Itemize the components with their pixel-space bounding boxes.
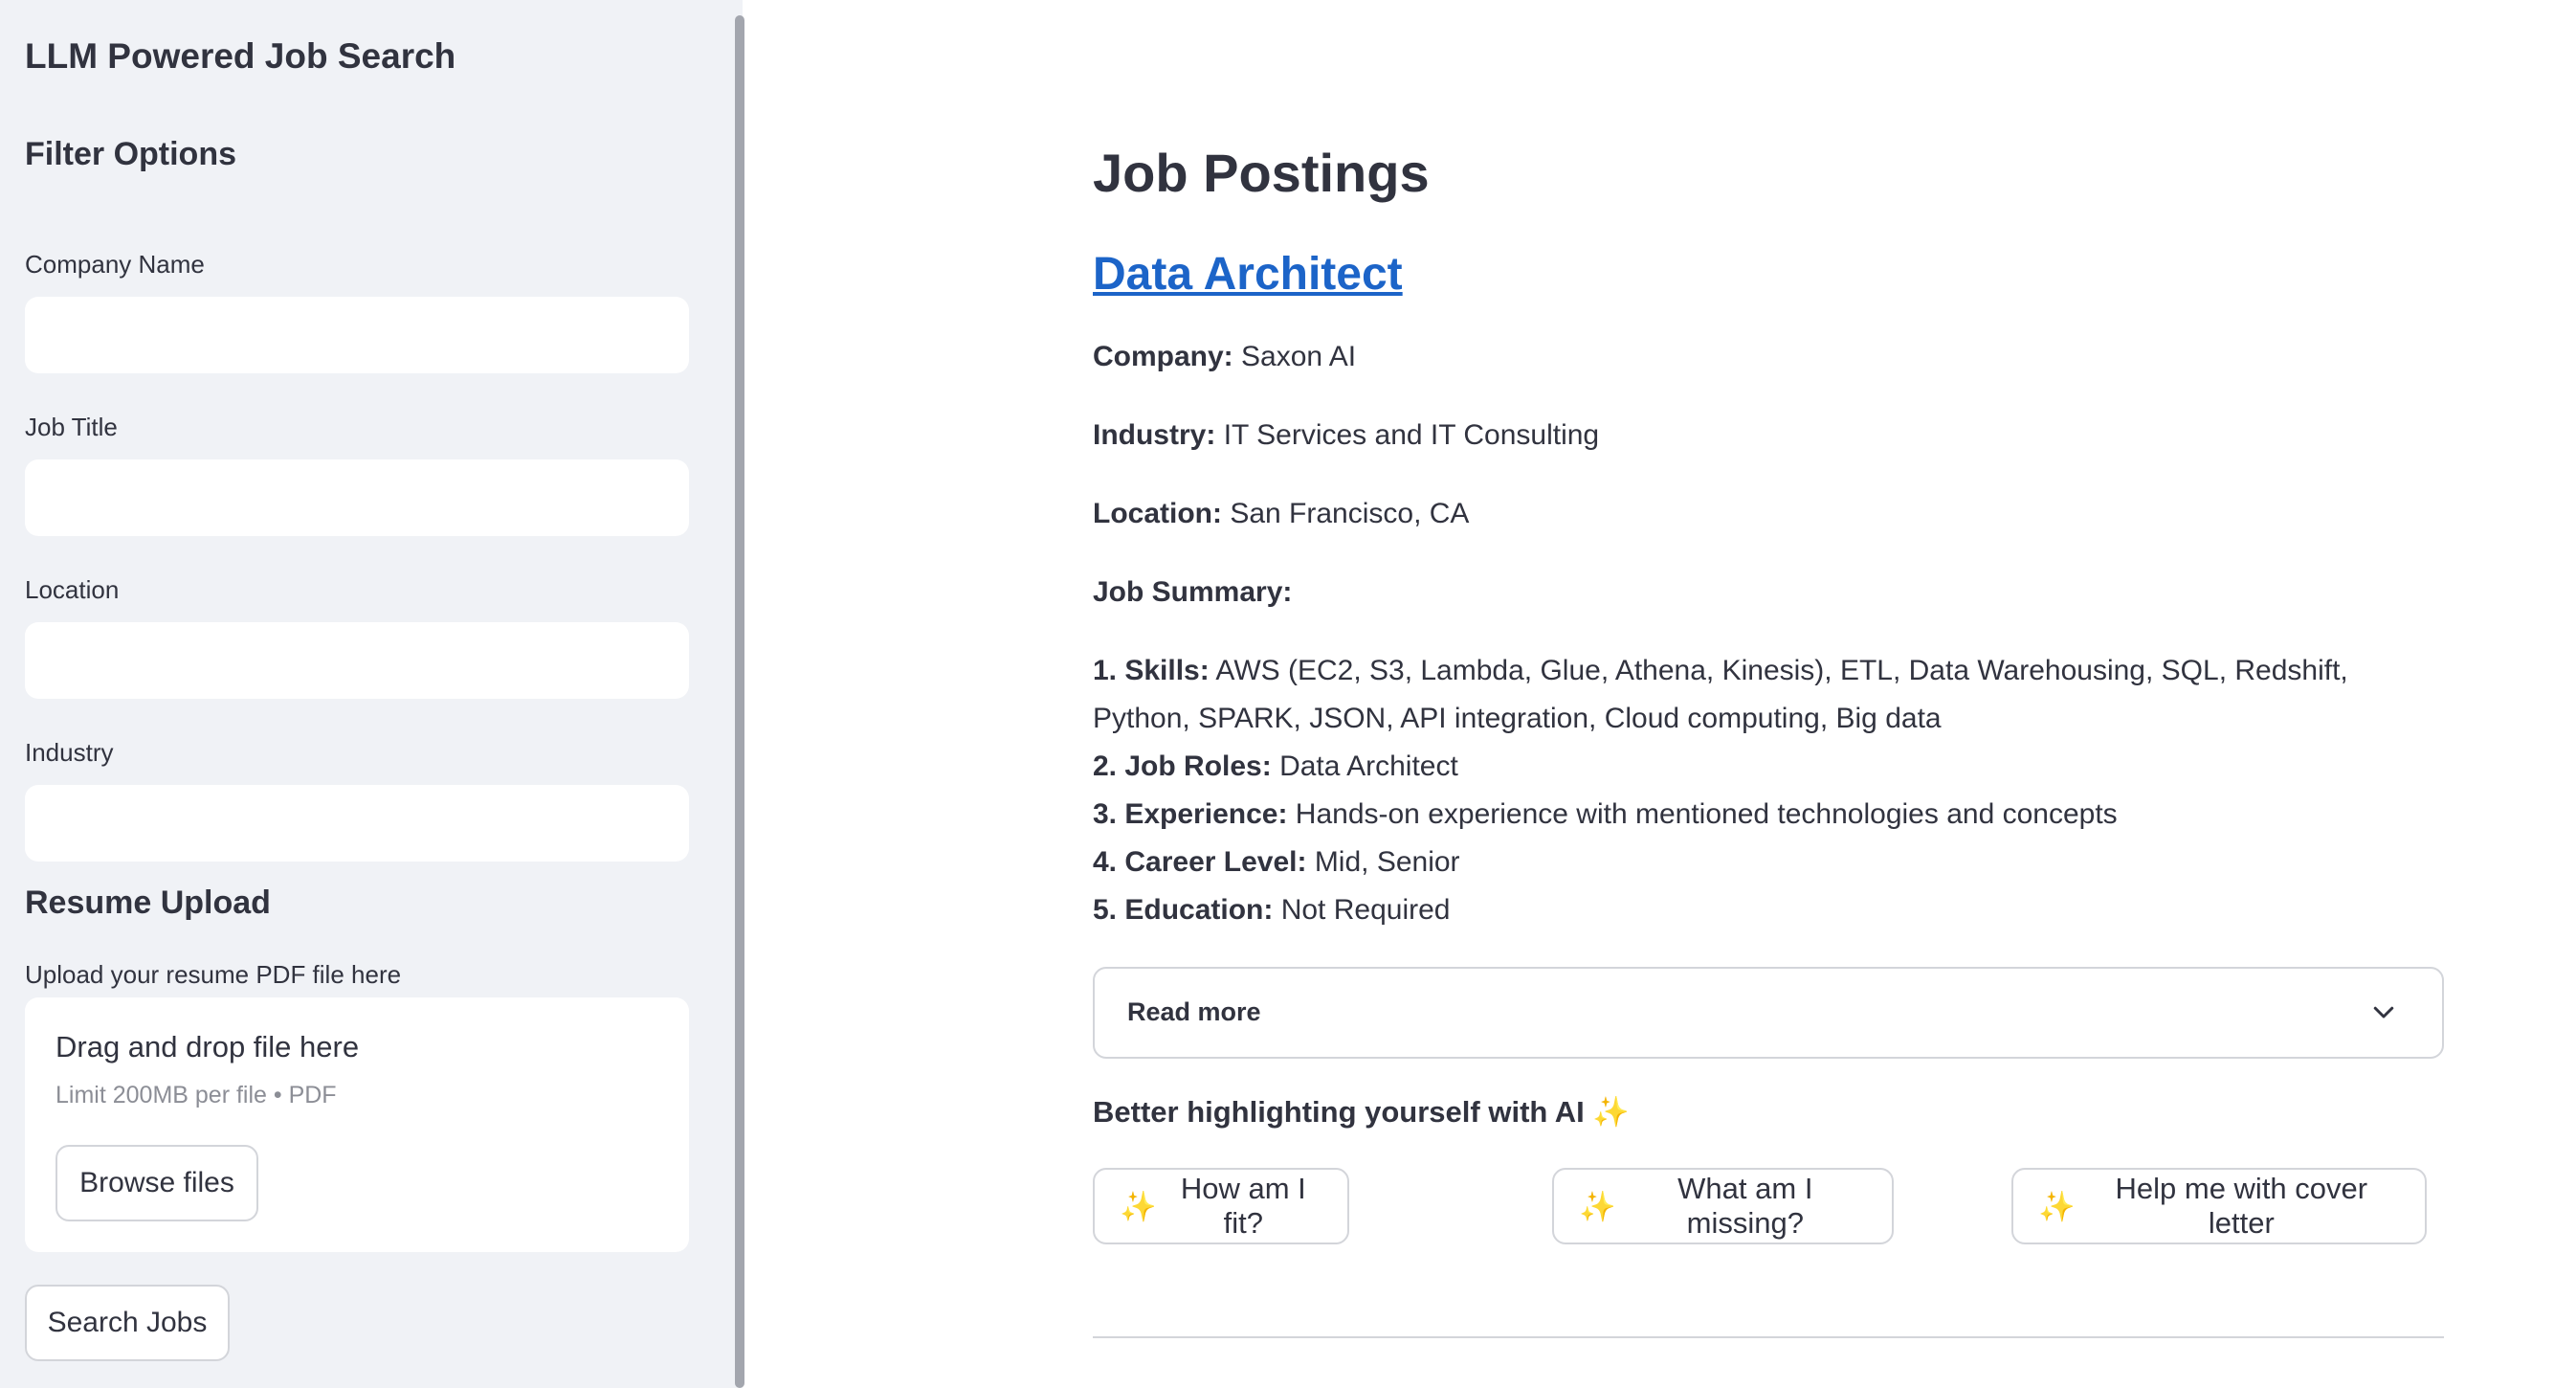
summary-item-label: 1. Skills: — [1093, 655, 1210, 686]
summary-item-experience: 3. Experience: Hands-on experience with … — [1093, 791, 2442, 839]
summary-item-value: Mid, Senior — [1314, 846, 1460, 878]
sparkle-icon: ✨ — [2038, 1189, 2076, 1223]
read-more-label: Read more — [1127, 997, 1261, 1026]
sparkle-icon: ✨ — [1579, 1189, 1616, 1223]
read-more-expander[interactable]: Read more — [1093, 967, 2444, 1059]
page-title: Job Postings — [1093, 143, 1430, 203]
dropzone-limit: Limit 200MB per file • PDF — [56, 1082, 337, 1108]
what-am-i-missing-button[interactable]: ✨ What am I missing? — [1552, 1168, 1894, 1244]
job-title-label: Job Title — [25, 413, 118, 441]
industry-value: IT Services and IT Consulting — [1223, 419, 1600, 451]
summary-item-label: 5. Education: — [1093, 894, 1274, 926]
ai-heading-text: Better highlighting yourself with AI — [1093, 1095, 1585, 1129]
search-jobs-button[interactable]: Search Jobs — [25, 1285, 230, 1361]
summary-item-value: AWS (EC2, S3, Lambda, Glue, Athena, Kine… — [1093, 655, 2348, 734]
company-field-label: Company: — [1093, 341, 1233, 372]
button-label: Help me with cover letter — [2115, 1172, 2368, 1240]
divider — [1093, 1336, 2444, 1338]
location-field-label: Location: — [1093, 498, 1222, 529]
job-summary-line: Job Summary: — [1093, 569, 1292, 616]
summary-item-label: 2. Job Roles: — [1093, 750, 1272, 782]
button-label: How am I fit? — [1180, 1172, 1306, 1240]
ai-section-heading: Better highlighting yourself with AI ✨ — [1093, 1089, 1637, 1135]
resume-upload-heading: Resume Upload — [25, 884, 271, 921]
company-name-input[interactable] — [25, 297, 689, 373]
job-title-input[interactable] — [25, 459, 689, 536]
sparkle-icon: ✨ — [1592, 1095, 1631, 1129]
dropzone-title: Drag and drop file here — [56, 1030, 360, 1063]
industry-label: Industry — [25, 738, 114, 767]
sparkle-icon: ✨ — [1120, 1189, 1157, 1223]
how-am-i-fit-button[interactable]: ✨ How am I fit? — [1093, 1168, 1349, 1244]
company-line: Company: Saxon AI — [1093, 333, 1356, 381]
sidebar-scrollbar[interactable] — [735, 15, 744, 1388]
location-input[interactable] — [25, 622, 689, 699]
sidebar: LLM Powered Job Search Filter Options Co… — [0, 0, 744, 1388]
industry-field-label: Industry: — [1093, 419, 1216, 451]
industry-input[interactable] — [25, 785, 689, 862]
job-summary-label: Job Summary: — [1093, 576, 1293, 608]
file-dropzone[interactable]: Drag and drop file here Limit 200MB per … — [25, 997, 689, 1252]
company-value: Saxon AI — [1241, 341, 1357, 372]
cover-letter-button[interactable]: ✨ Help me with cover letter — [2011, 1168, 2427, 1244]
summary-item-value: Hands-on experience with mentioned techn… — [1295, 798, 2118, 830]
job-summary-list: 1. Skills: AWS (EC2, S3, Lambda, Glue, A… — [1093, 647, 2442, 934]
job-title-link[interactable]: Data Architect — [1093, 243, 1403, 306]
location-line: Location: San Francisco, CA — [1093, 490, 1469, 538]
summary-item-job-roles: 2. Job Roles: Data Architect — [1093, 743, 2442, 791]
summary-item-value: Not Required — [1280, 894, 1451, 926]
browse-files-button[interactable]: Browse files — [56, 1145, 258, 1221]
location-label: Location — [25, 575, 120, 604]
industry-line: Industry: IT Services and IT Consulting — [1093, 412, 1599, 459]
summary-item-career-level: 4. Career Level: Mid, Senior — [1093, 839, 2442, 886]
app-title: LLM Powered Job Search — [25, 36, 456, 76]
summary-item-education: 5. Education: Not Required — [1093, 886, 2442, 934]
upload-label: Upload your resume PDF file here — [25, 960, 402, 989]
summary-item-label: 4. Career Level: — [1093, 846, 1307, 878]
summary-item-label: 3. Experience: — [1093, 798, 1288, 830]
filter-options-heading: Filter Options — [25, 136, 236, 172]
location-value: San Francisco, CA — [1230, 498, 1470, 529]
chevron-down-icon — [2373, 1006, 2394, 1019]
summary-item-skills: 1. Skills: AWS (EC2, S3, Lambda, Glue, A… — [1093, 647, 2442, 743]
company-name-label: Company Name — [25, 250, 205, 279]
summary-item-value: Data Architect — [1279, 750, 1458, 782]
button-label: What am I missing? — [1677, 1172, 1813, 1240]
